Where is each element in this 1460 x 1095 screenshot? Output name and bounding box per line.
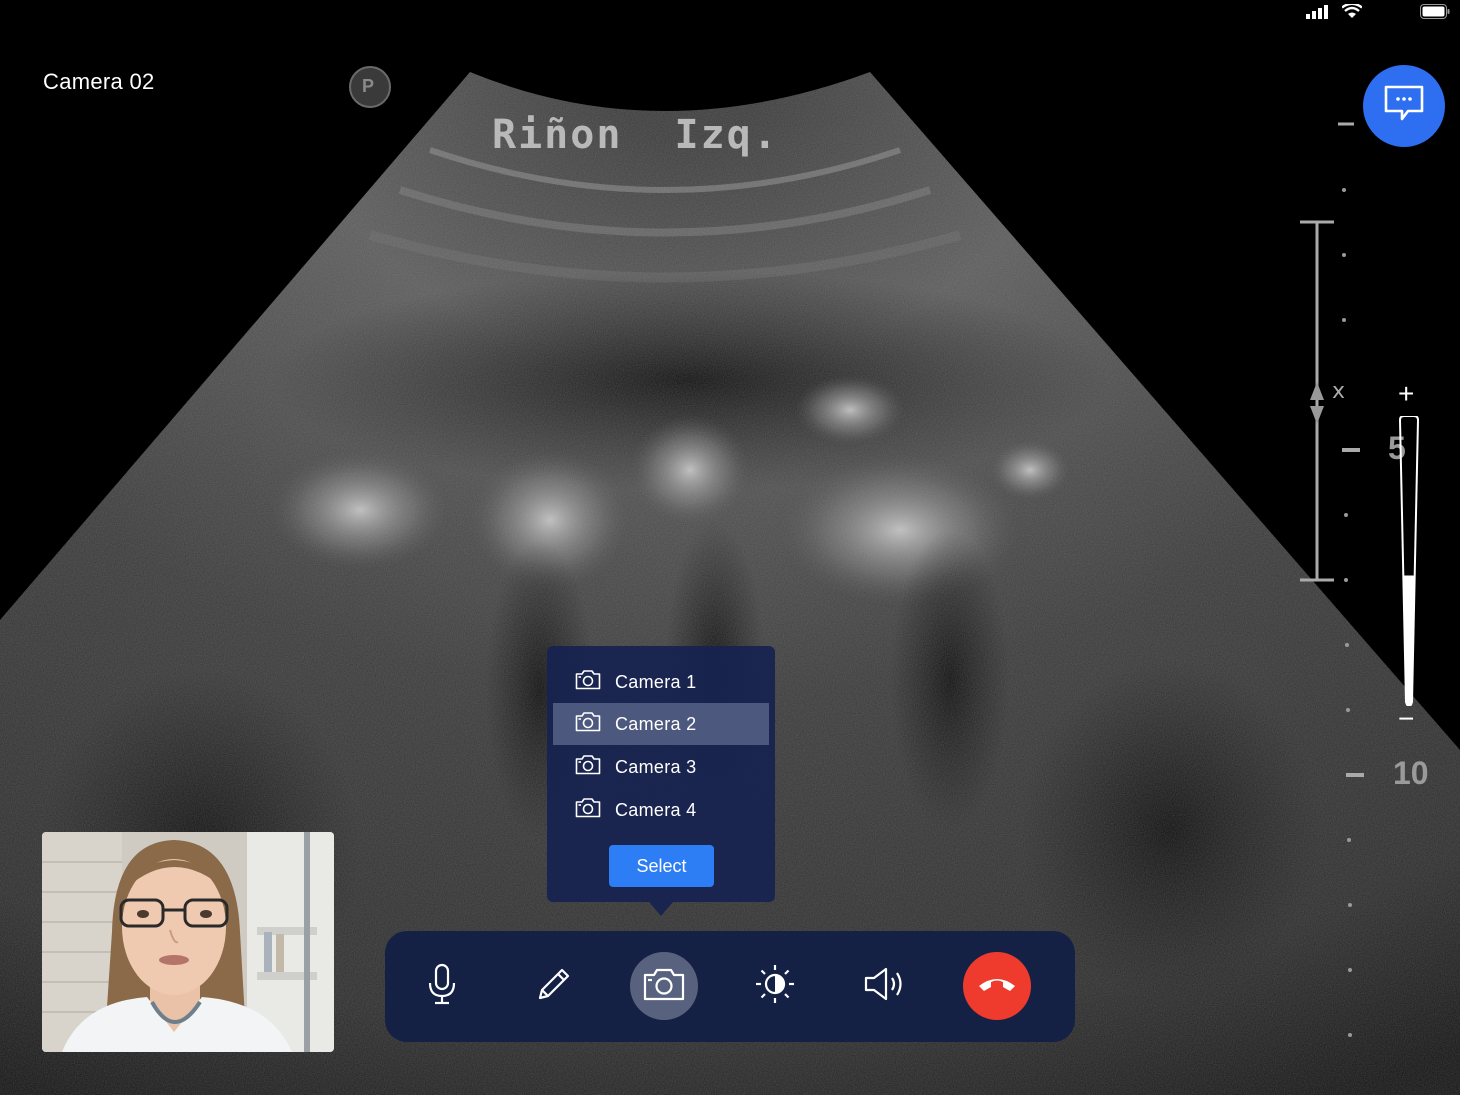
volume-button[interactable]: [852, 952, 920, 1020]
camera-icon: [575, 711, 601, 737]
status-bar: [0, 0, 1460, 30]
camera-option-label: Camera 1: [615, 671, 697, 692]
camera-option-label: Camera 4: [615, 799, 697, 820]
brightness-button[interactable]: [741, 952, 809, 1020]
camera-icon: [575, 797, 601, 823]
end-call-button[interactable]: [963, 952, 1031, 1020]
call-toolbar: [385, 931, 1075, 1042]
camera-icon: [575, 754, 601, 780]
camera-option-label: Camera 2: [615, 713, 697, 734]
battery-icon: [1420, 4, 1450, 24]
speaker-icon: [864, 967, 908, 1006]
pencil-icon: [534, 964, 574, 1009]
camera-name-label: Camera 02: [43, 69, 155, 94]
zoom-in-button[interactable]: +: [1398, 380, 1414, 408]
zoom-track[interactable]: [1398, 416, 1420, 706]
camera-option-4[interactable]: Camera 4: [553, 789, 769, 831]
self-view-video[interactable]: [42, 832, 334, 1052]
svg-text:x: x: [1332, 379, 1345, 404]
camera-select-popover: Camera 1 Camera 2 Camera 3 Camera 4 Sele…: [547, 646, 775, 916]
switch-camera-button[interactable]: [630, 952, 698, 1020]
wifi-icon: [1341, 2, 1363, 24]
signal-icon: [1306, 4, 1328, 24]
camera-option-label: Camera 3: [615, 756, 697, 777]
camera-option-1[interactable]: Camera 1: [553, 661, 769, 703]
camera-option-2[interactable]: Camera 2: [553, 703, 769, 745]
probe-marker: P: [362, 76, 375, 96]
select-camera-button[interactable]: Select: [609, 845, 714, 887]
depth-ruler: x 5 10: [1290, 100, 1460, 1060]
microphone-button[interactable]: [408, 952, 476, 1020]
depth-label-10: 10: [1393, 755, 1429, 791]
microphone-icon: [427, 963, 457, 1010]
camera-icon: [643, 967, 685, 1006]
zoom-out-button[interactable]: −: [1398, 705, 1414, 733]
draw-button[interactable]: [520, 952, 588, 1020]
camera-option-3[interactable]: Camera 3: [553, 746, 769, 788]
camera-icon: [575, 669, 601, 695]
ultrasound-annotation: Riñon Izq.: [492, 112, 779, 158]
brightness-icon: [754, 963, 796, 1010]
zoom-slider[interactable]: + −: [1390, 380, 1430, 733]
end-call-icon: [977, 974, 1017, 999]
